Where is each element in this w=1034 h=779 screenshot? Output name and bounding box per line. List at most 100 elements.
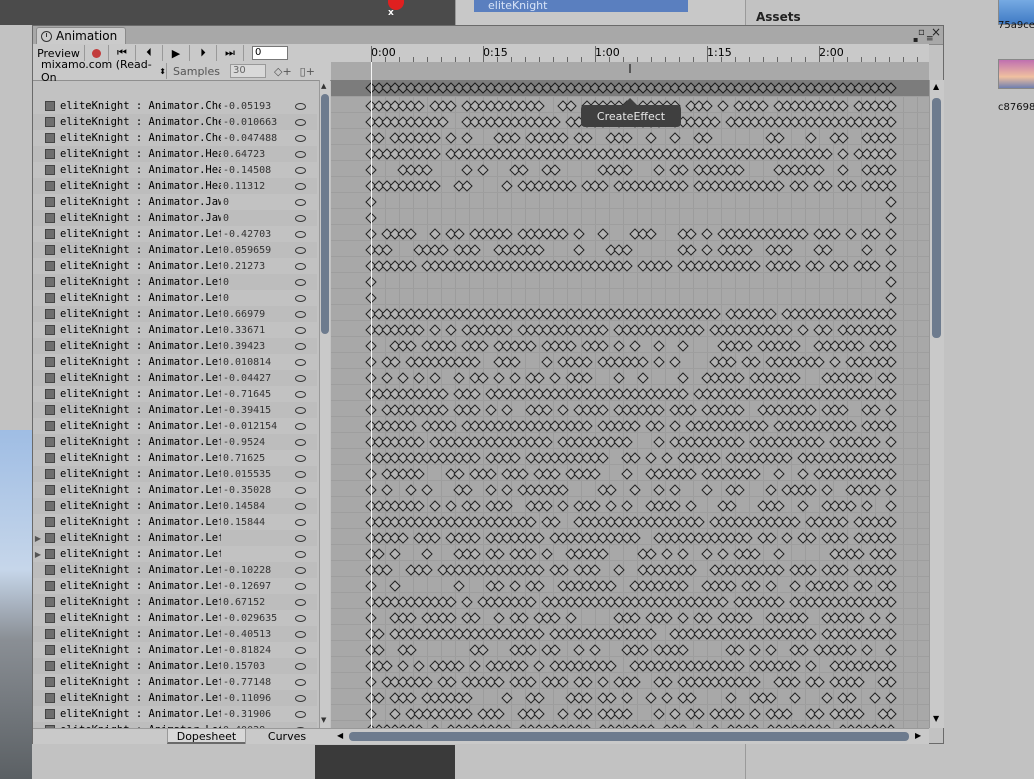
keyframe-diamond[interactable] xyxy=(733,404,745,416)
keyframe-diamond[interactable] xyxy=(773,564,785,576)
keyframe-diamond[interactable] xyxy=(605,484,617,496)
property-value[interactable]: 0.010814 xyxy=(223,357,293,368)
property-value[interactable]: -0.012154 xyxy=(223,421,293,432)
keyframe-diamond[interactable] xyxy=(429,532,441,544)
keyframe-diamond[interactable] xyxy=(397,532,409,544)
keyframe-diamond[interactable] xyxy=(877,596,889,608)
eye-icon[interactable] xyxy=(295,486,306,494)
keyframe-diamond[interactable] xyxy=(621,132,633,144)
next-frame-button[interactable]: ⏵ xyxy=(190,45,217,61)
property-value[interactable]: -0.81824 xyxy=(223,645,293,656)
keyframe-diamond[interactable] xyxy=(445,420,457,432)
keyframe-diamond[interactable] xyxy=(669,500,681,512)
keyframe-diamond[interactable] xyxy=(677,644,689,656)
keyframe-diamond[interactable] xyxy=(445,500,457,512)
keyframe-diamond[interactable] xyxy=(813,260,825,272)
timeline-vertical-scrollbar[interactable]: ▲ ▼ xyxy=(929,80,944,728)
keyframe-diamond[interactable] xyxy=(685,564,697,576)
asset-thumbnail[interactable] xyxy=(998,59,1034,89)
property-value[interactable]: -0.10228 xyxy=(223,565,293,576)
keyframe-diamond[interactable] xyxy=(589,468,601,480)
property-row[interactable]: eliteKnight : Animator.Left A0.21273 xyxy=(33,258,317,274)
property-value[interactable]: -0.047488 xyxy=(223,133,293,144)
keyframe-diamond[interactable] xyxy=(733,708,745,720)
property-value[interactable]: -0.39415 xyxy=(223,405,293,416)
summary-keyframe-diamond[interactable] xyxy=(885,82,897,94)
keyframe-diamond[interactable] xyxy=(877,100,889,112)
eye-icon[interactable] xyxy=(295,358,306,366)
keyframe-diamond[interactable] xyxy=(653,164,665,176)
property-value[interactable]: 0.71625 xyxy=(223,453,293,464)
property-row[interactable]: eliteKnight : Animator.Jaw Lo0 xyxy=(33,210,317,226)
keyframe-diamond[interactable] xyxy=(469,660,481,672)
keyframe-diamond[interactable] xyxy=(645,132,657,144)
property-row[interactable]: eliteKnight : Animator.Chest -0.05193 xyxy=(33,98,317,114)
keyframe-diamond[interactable] xyxy=(749,468,761,480)
keyframe-diamond[interactable] xyxy=(653,340,665,352)
keyframe-diamond[interactable] xyxy=(469,404,481,416)
keyframe-diamond[interactable] xyxy=(533,100,545,112)
eye-icon[interactable] xyxy=(295,646,306,654)
eye-icon[interactable] xyxy=(295,534,306,542)
last-frame-button[interactable]: ⏭ xyxy=(217,45,244,61)
keyframe-diamond[interactable] xyxy=(877,660,889,672)
eye-icon[interactable] xyxy=(295,230,306,238)
keyframe-diamond[interactable] xyxy=(525,516,537,528)
keyframe-diamond[interactable] xyxy=(413,500,425,512)
scroll-left-icon[interactable]: ◀ xyxy=(337,731,343,740)
property-value[interactable]: 0.059659 xyxy=(223,245,293,256)
hierarchy-selected-item[interactable]: eliteKnight xyxy=(474,0,688,12)
keyframe-diamond[interactable] xyxy=(461,180,473,192)
property-row[interactable]: eliteKnight : Animator.Left H-0.81824 xyxy=(33,642,317,658)
event-row[interactable] xyxy=(331,62,929,81)
keyframe-diamond[interactable] xyxy=(501,404,513,416)
keyframe-diamond[interactable] xyxy=(509,580,521,592)
keyframe-diamond[interactable] xyxy=(437,388,449,400)
keyframe-diamond[interactable] xyxy=(565,100,577,112)
keyframe-diamond[interactable] xyxy=(461,164,473,176)
keyframe-diamond[interactable] xyxy=(589,644,601,656)
eye-icon[interactable] xyxy=(295,342,306,350)
keyframe-diamond[interactable] xyxy=(749,356,761,368)
property-row[interactable]: ▶ eliteKnight : Animator.Left Foot T xyxy=(33,546,317,562)
keyframe-diamond[interactable] xyxy=(405,228,417,240)
keyframe-diamond[interactable] xyxy=(749,548,761,560)
keyframe-diamond[interactable] xyxy=(453,372,465,384)
property-row[interactable]: ▶ eliteKnight : Animator.Left Foot Q xyxy=(33,530,317,546)
property-value[interactable]: 0.015535 xyxy=(223,469,293,480)
property-value[interactable]: -0.31906 xyxy=(223,709,293,720)
keyframe-diamond[interactable] xyxy=(837,580,849,592)
scroll-right-icon[interactable]: ▶ xyxy=(915,731,921,740)
keyframe-diamond[interactable] xyxy=(877,564,889,576)
keyframe-diamond[interactable] xyxy=(837,564,849,576)
property-value[interactable]: 0.64723 xyxy=(223,149,293,160)
keyframe-diamond[interactable] xyxy=(461,132,473,144)
keyframe-diamond[interactable] xyxy=(501,692,513,704)
keyframe-diamond[interactable] xyxy=(861,244,873,256)
keyframe-diamond[interactable] xyxy=(669,708,681,720)
property-value[interactable]: -0.35028 xyxy=(223,485,293,496)
eye-icon[interactable] xyxy=(295,454,306,462)
keyframe-diamond[interactable] xyxy=(837,100,849,112)
keyframe-diamond[interactable] xyxy=(381,372,393,384)
keyframe-diamond[interactable] xyxy=(373,132,385,144)
keyframe-diamond[interactable] xyxy=(661,548,673,560)
timeline-scroll-thumb[interactable] xyxy=(932,98,941,338)
keyframe-diamond[interactable] xyxy=(741,340,753,352)
keyframe-diamond[interactable] xyxy=(389,708,401,720)
eye-icon[interactable] xyxy=(295,662,306,670)
keyframe-diamond[interactable] xyxy=(509,372,521,384)
keyframe-diamond[interactable] xyxy=(749,676,761,688)
keyframe-diamond[interactable] xyxy=(781,244,793,256)
keyframe-diamond[interactable] xyxy=(565,612,577,624)
keyframe-diamond[interactable] xyxy=(701,132,713,144)
eye-icon[interactable] xyxy=(295,262,306,270)
keyframe-diamond[interactable] xyxy=(669,420,681,432)
property-row[interactable]: eliteKnight : Animator.Left A0.059659 xyxy=(33,242,317,258)
eye-icon[interactable] xyxy=(295,150,306,158)
property-row[interactable]: eliteKnight : Animator.Left S-0.9524 xyxy=(33,434,317,450)
keyframe-diamond[interactable] xyxy=(429,132,441,144)
keyframe-diamond[interactable] xyxy=(837,404,849,416)
keyframe-diamond[interactable] xyxy=(557,500,569,512)
eye-icon[interactable] xyxy=(295,502,306,510)
